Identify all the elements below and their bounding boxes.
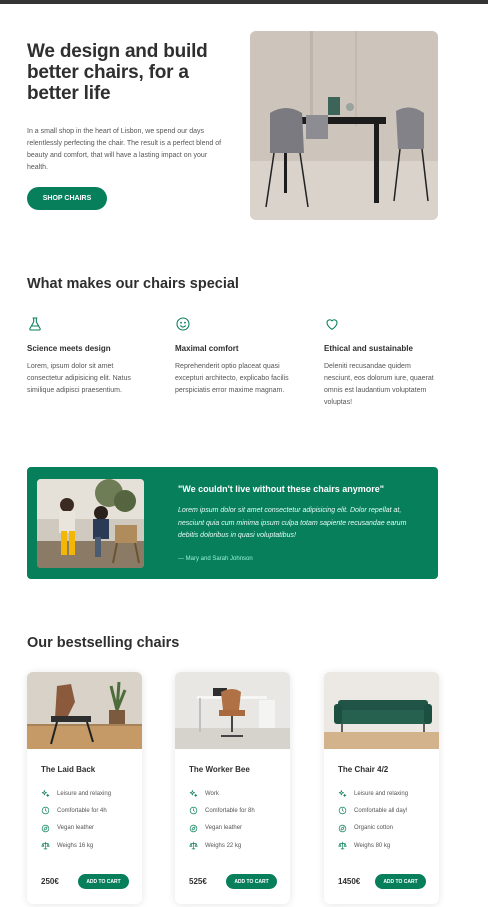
scale-icon xyxy=(189,841,198,850)
attribute-item: Vegan leather xyxy=(189,820,255,837)
attribute-item: Comfortable for 4h xyxy=(41,802,111,819)
clock-icon xyxy=(41,807,50,815)
attribute-label: Vegan leather xyxy=(205,825,243,832)
feature-title: Ethical and sustainable xyxy=(324,344,413,353)
product-image xyxy=(175,672,290,749)
attribute-item: Work xyxy=(189,785,255,802)
product-price: 250€ xyxy=(41,877,59,886)
product-card: The Laid Back Leisure and relaxing Comfo… xyxy=(27,672,142,904)
attribute-list: Work Comfortable for 8h Vegan leather We… xyxy=(189,785,255,854)
add-to-cart-button[interactable]: ADD TO CART xyxy=(375,874,426,889)
feature-title: Maximal comfort xyxy=(175,344,239,353)
flask-icon xyxy=(29,317,41,331)
attribute-list: Leisure and relaxing Comfortable all day… xyxy=(338,785,408,854)
testimonial-image xyxy=(37,479,144,568)
clock-icon xyxy=(338,807,347,815)
attribute-label: Weighs 22 kg xyxy=(205,842,242,849)
clock-icon xyxy=(189,807,198,815)
attribute-label: Work xyxy=(205,790,219,797)
feature-ethical: Ethical and sustainable Deleniti recusan… xyxy=(324,316,459,409)
attribute-label: Comfortable all day! xyxy=(354,807,408,814)
add-to-cart-button[interactable]: ADD TO CART xyxy=(226,874,277,889)
sparkles-icon xyxy=(189,790,198,797)
attribute-label: Leisure and relaxing xyxy=(354,790,409,797)
product-card: The Chair 4/2 Leisure and relaxing Comfo… xyxy=(324,672,439,904)
hero-description: In a small shop in the heart of Lisbon, … xyxy=(27,128,222,171)
testimonial-card: "We couldn't live without these chairs a… xyxy=(27,467,438,579)
hero-title: We design and build better chairs, for a… xyxy=(27,41,208,104)
attribute-label: Weighs 16 kg xyxy=(57,842,94,849)
testimonial-quote: "We couldn't live without these chairs a… xyxy=(178,484,385,494)
attribute-item: Weighs 16 kg xyxy=(41,837,111,854)
attribute-item: Weighs 22 kg xyxy=(189,837,255,854)
attribute-item: Comfortable all day! xyxy=(338,802,408,819)
product-name: The Chair 4/2 xyxy=(338,765,389,774)
product-name: The Laid Back xyxy=(41,765,96,774)
leaf-badge-icon xyxy=(189,824,198,832)
feature-text: Reprehenderit optio placeat quasi except… xyxy=(175,363,289,394)
sparkles-icon xyxy=(338,790,347,797)
attribute-label: Leisure and relaxing xyxy=(57,790,112,797)
product-price: 1450€ xyxy=(338,877,361,886)
heart-icon xyxy=(326,319,338,330)
feature-text: Deleniti recusandae quidem nesciunt, eos… xyxy=(324,363,434,406)
attribute-item: Leisure and relaxing xyxy=(338,785,408,802)
shop-chairs-button[interactable]: SHOP CHAIRS xyxy=(27,187,107,210)
feature-text: Lorem, ipsum dolor sit amet consectetur … xyxy=(27,363,131,394)
testimonial-author: — Mary and Sarah Johnson xyxy=(178,556,253,562)
smile-icon xyxy=(176,317,190,331)
attribute-label: Comfortable for 4h xyxy=(57,807,107,814)
scale-icon xyxy=(338,841,347,850)
attribute-label: Vegan leather xyxy=(57,825,95,832)
scale-icon xyxy=(41,841,50,850)
product-card: The Worker Bee Work Comfortable for 8h V… xyxy=(175,672,290,904)
attribute-item: Leisure and relaxing xyxy=(41,785,111,802)
top-border xyxy=(0,0,488,4)
sparkles-icon xyxy=(41,790,50,797)
attribute-label: Comfortable for 8h xyxy=(205,807,255,814)
product-image xyxy=(324,672,439,749)
testimonial-text: Lorem ipsum dolor sit amet consectetur a… xyxy=(178,507,407,539)
product-name: The Worker Bee xyxy=(189,765,250,774)
attribute-label: Weighs 80 kg xyxy=(354,842,391,849)
attribute-item: Comfortable for 8h xyxy=(189,802,255,819)
attribute-item: Organic cotton xyxy=(338,820,408,837)
attribute-list: Leisure and relaxing Comfortable for 4h … xyxy=(41,785,111,854)
features-title: What makes our chairs special xyxy=(27,276,239,292)
leaf-badge-icon xyxy=(338,824,347,832)
feature-title: Science meets design xyxy=(27,344,111,353)
attribute-item: Weighs 80 kg xyxy=(338,837,408,854)
attribute-label: Organic cotton xyxy=(354,825,394,832)
feature-comfort: Maximal comfort Reprehenderit optio plac… xyxy=(175,316,310,397)
feature-science: Science meets design Lorem, ipsum dolor … xyxy=(27,316,162,397)
add-to-cart-button[interactable]: ADD TO CART xyxy=(78,874,129,889)
hero-image xyxy=(250,31,438,220)
attribute-item: Vegan leather xyxy=(41,820,111,837)
product-price: 525€ xyxy=(189,877,207,886)
leaf-badge-icon xyxy=(41,824,50,832)
product-image xyxy=(27,672,142,749)
bestsellers-title: Our bestselling chairs xyxy=(27,635,180,651)
